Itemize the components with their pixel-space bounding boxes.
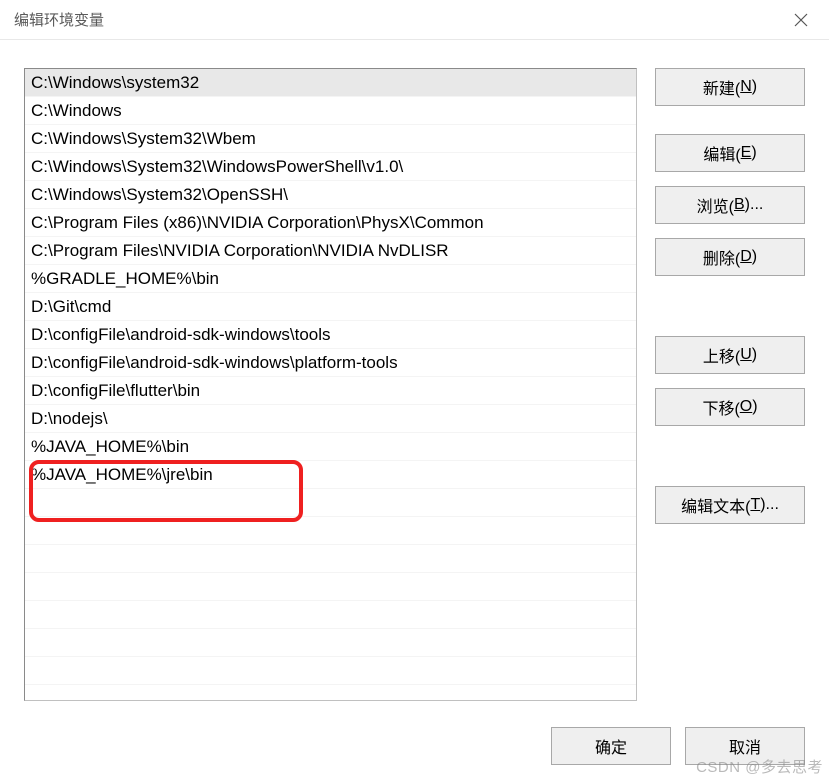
- button-column: 新建(N) 编辑(E) 浏览(B)... 删除(D) 上移(U) 下移(O) 编…: [655, 68, 805, 701]
- list-placeholder: [25, 573, 636, 601]
- list-item[interactable]: C:\Windows: [25, 97, 636, 125]
- edit-button[interactable]: 编辑(E): [655, 134, 805, 172]
- move-up-button[interactable]: 上移(U): [655, 336, 805, 374]
- list-item[interactable]: C:\Windows\System32\WindowsPowerShell\v1…: [25, 153, 636, 181]
- ok-button[interactable]: 确定: [551, 727, 671, 765]
- list-item[interactable]: %GRADLE_HOME%\bin: [25, 265, 636, 293]
- list-item[interactable]: D:\Git\cmd: [25, 293, 636, 321]
- path-listbox[interactable]: C:\Windows\system32C:\WindowsC:\Windows\…: [24, 68, 637, 701]
- list-placeholder: [25, 629, 636, 657]
- new-button[interactable]: 新建(N): [655, 68, 805, 106]
- list-placeholder: [25, 601, 636, 629]
- list-placeholder: [25, 489, 636, 517]
- titlebar: 编辑环境变量: [0, 0, 829, 40]
- cancel-button[interactable]: 取消: [685, 727, 805, 765]
- list-item[interactable]: D:\configFile\flutter\bin: [25, 377, 636, 405]
- list-item[interactable]: C:\Program Files\NVIDIA Corporation\NVID…: [25, 237, 636, 265]
- move-down-button[interactable]: 下移(O): [655, 388, 805, 426]
- close-button[interactable]: [773, 0, 829, 40]
- list-item[interactable]: D:\configFile\android-sdk-windows\platfo…: [25, 349, 636, 377]
- list-item[interactable]: C:\Windows\System32\OpenSSH\: [25, 181, 636, 209]
- list-placeholder: [25, 657, 636, 685]
- list-item[interactable]: C:\Windows\system32: [25, 69, 636, 97]
- edit-text-button[interactable]: 编辑文本(T)...: [655, 486, 805, 524]
- browse-button[interactable]: 浏览(B)...: [655, 186, 805, 224]
- delete-button[interactable]: 删除(D): [655, 238, 805, 276]
- window-title: 编辑环境变量: [14, 9, 104, 30]
- dialog-buttons: 确定 取消: [24, 701, 805, 765]
- list-placeholder: [25, 517, 636, 545]
- main-row: C:\Windows\system32C:\WindowsC:\Windows\…: [24, 68, 805, 701]
- list-item[interactable]: D:\configFile\android-sdk-windows\tools: [25, 321, 636, 349]
- dialog-content: C:\Windows\system32C:\WindowsC:\Windows\…: [0, 40, 829, 783]
- list-item[interactable]: D:\nodejs\: [25, 405, 636, 433]
- list-item[interactable]: C:\Program Files (x86)\NVIDIA Corporatio…: [25, 209, 636, 237]
- list-item[interactable]: %JAVA_HOME%\jre\bin: [25, 461, 636, 489]
- list-item[interactable]: %JAVA_HOME%\bin: [25, 433, 636, 461]
- list-placeholder: [25, 545, 636, 573]
- list-item[interactable]: C:\Windows\System32\Wbem: [25, 125, 636, 153]
- close-icon: [794, 13, 808, 27]
